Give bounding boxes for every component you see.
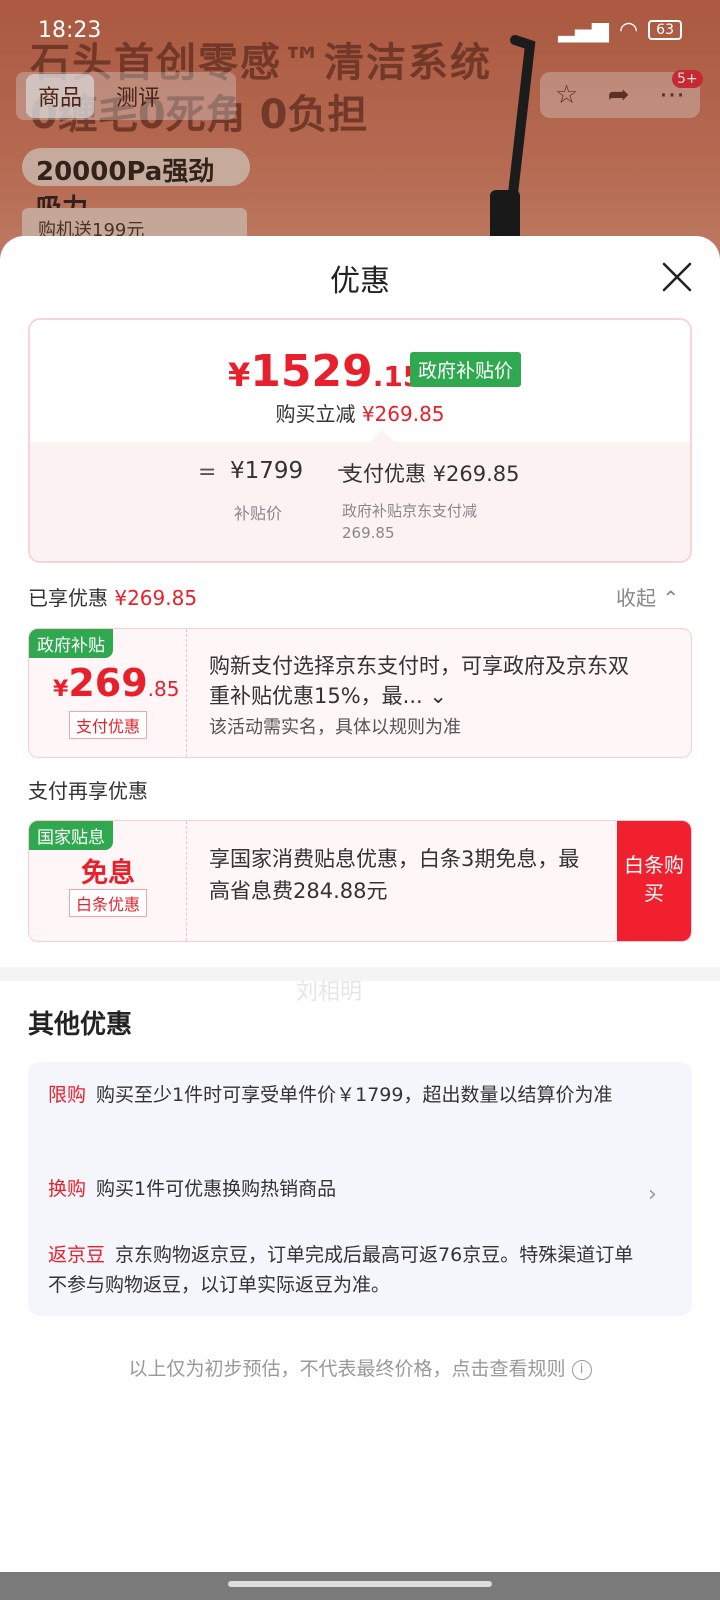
reduce-label: 购买立减: [275, 402, 356, 426]
home-indicator[interactable]: [228, 1581, 492, 1587]
coupon-dec: .85: [147, 677, 180, 701]
coupon-tag: 政府补贴: [29, 629, 113, 658]
coupon-description: 享国家消费贴息优惠，白条3期免息，最高省息费284.88元: [209, 847, 580, 903]
coupon-int: 269: [68, 661, 148, 705]
other-discounts-list: 限购 购买至少1件时可享受单件价￥1799，超出数量以结算价为准 换购 购买1件可优…: [28, 1062, 692, 1316]
coupon-type-label: 白条优惠: [69, 889, 148, 917]
pointer-triangle: [370, 430, 394, 442]
footnote-text: 以上仅为初步预估，不代表最终价格，点击查看规则: [128, 1358, 566, 1380]
collapse-label: 收起: [616, 586, 656, 610]
pay-again-title: 支付再享优惠: [28, 779, 148, 803]
base-price-label: 补贴价: [234, 504, 283, 523]
status-time: 18:23: [38, 18, 102, 43]
rules-footnote[interactable]: 以上仅为初步预估，不代表最终价格，点击查看规则 i: [0, 1354, 720, 1381]
list-item: 返京豆 京东购物返京豆，订单完成后最高可返76京豆。特殊渠道订单不参与购物返豆，以…: [48, 1240, 648, 1300]
item-label: 换购: [48, 1178, 87, 1200]
sheet-title: 优惠: [330, 264, 390, 299]
pay-discount-note: 政府补贴京东支付减269.85: [342, 502, 478, 542]
item-text: 购买1件可优惠换购热销商品: [96, 1178, 337, 1200]
coupon-tag: 国家贴息: [29, 821, 113, 850]
collapse-button[interactable]: 收起 ⌃: [616, 582, 679, 611]
item-label: 返京豆: [48, 1244, 106, 1266]
coupon-type-label: 支付优惠: [69, 711, 148, 739]
enjoyed-discount: 已享优惠 ¥269.85: [28, 582, 197, 611]
item-text: 购买至少1件时可享受单件价￥1799，超出数量以结算价为准: [96, 1084, 613, 1106]
reduce-amount: ¥269.85: [361, 402, 445, 426]
item-text: 京东购物返京豆，订单完成后最高可返76京豆。特殊渠道订单不参与购物返豆，以订单实…: [48, 1244, 634, 1296]
list-item: 限购 购买至少1件时可享受单件价￥1799，超出数量以结算价为准: [48, 1080, 648, 1110]
coupon-yen: ¥: [53, 677, 69, 702]
system-nav-bar: [0, 1572, 720, 1600]
signal-icon: ▂▄▆: [558, 17, 609, 43]
baitiao-buy-button[interactable]: 白条购买: [617, 821, 691, 941]
battery-icon: 63: [648, 20, 682, 40]
price-int: 1529: [250, 346, 373, 397]
equals-sign: =: [198, 460, 217, 485]
base-price: ¥1799: [230, 458, 304, 484]
info-icon: i: [571, 1359, 592, 1380]
price-summary-card: ¥1529.15 政府补贴价 购买立减 ¥269.85 = ¥1799 补贴价 …: [28, 318, 692, 563]
status-bar: 18:23 ▂▄▆ ◠ 63: [0, 0, 720, 60]
coupon-left: 国家贴息 免息 白条优惠: [29, 821, 187, 941]
other-discounts-title: 其他优惠: [28, 1010, 133, 1040]
chevron-down-icon[interactable]: ⌄: [429, 684, 447, 708]
coupon-left: 政府补贴 ¥269.85 支付优惠: [29, 629, 187, 757]
coupon-description: 购新支付选择京东支付时，可享政府及京东双重补贴优惠15%，最... ⌄: [209, 651, 649, 711]
coupon-text: 购新支付选择京东支付时，可享政府及京东双重补贴优惠15%，最...: [209, 654, 629, 708]
instant-reduce: 购买立减 ¥269.85: [30, 398, 690, 427]
chevron-up-icon: ⌃: [662, 586, 680, 610]
coupon-amount: ¥269.85: [53, 661, 179, 705]
discount-sheet: 优惠 ¥1529.15 政府补贴价 购买立减 ¥269.85 = ¥1799 补…: [0, 236, 720, 1600]
price-yen: ¥: [228, 356, 251, 394]
coupon-amount: 免息: [81, 858, 135, 889]
wifi-icon: ◠: [618, 17, 639, 43]
pay-discount: 支付优惠 ¥269.85: [342, 462, 520, 486]
baitiao-coupon[interactable]: 国家贴息 免息 白条优惠 享国家消费贴息优惠，白条3期免息，最高省息费284.8…: [28, 820, 692, 942]
close-icon[interactable]: [660, 260, 694, 294]
chevron-right-icon[interactable]: ›: [648, 1182, 657, 1207]
gov-subsidy-tag: 政府补贴价: [410, 352, 522, 387]
price-top: ¥1529.15 政府补贴价 购买立减 ¥269.85: [30, 320, 690, 442]
coupon-note: 该活动需实名，具体以规则为准: [209, 717, 461, 738]
final-price: ¥1529.15: [228, 346, 422, 397]
enjoyed-label: 已享优惠: [28, 586, 108, 610]
section-divider: [0, 967, 720, 981]
item-label: 限购: [48, 1084, 87, 1106]
gov-subsidy-coupon[interactable]: 政府补贴 ¥269.85 支付优惠 购新支付选择京东支付时，可享政府及京东双重补…: [28, 628, 692, 758]
list-item-exchange[interactable]: 换购 购买1件可优惠换购热销商品: [48, 1174, 648, 1204]
price-breakdown: = ¥1799 补贴价 − 支付优惠 ¥269.85 政府补贴京东支付减269.…: [30, 442, 690, 561]
enjoyed-amount: ¥269.85: [114, 586, 198, 610]
